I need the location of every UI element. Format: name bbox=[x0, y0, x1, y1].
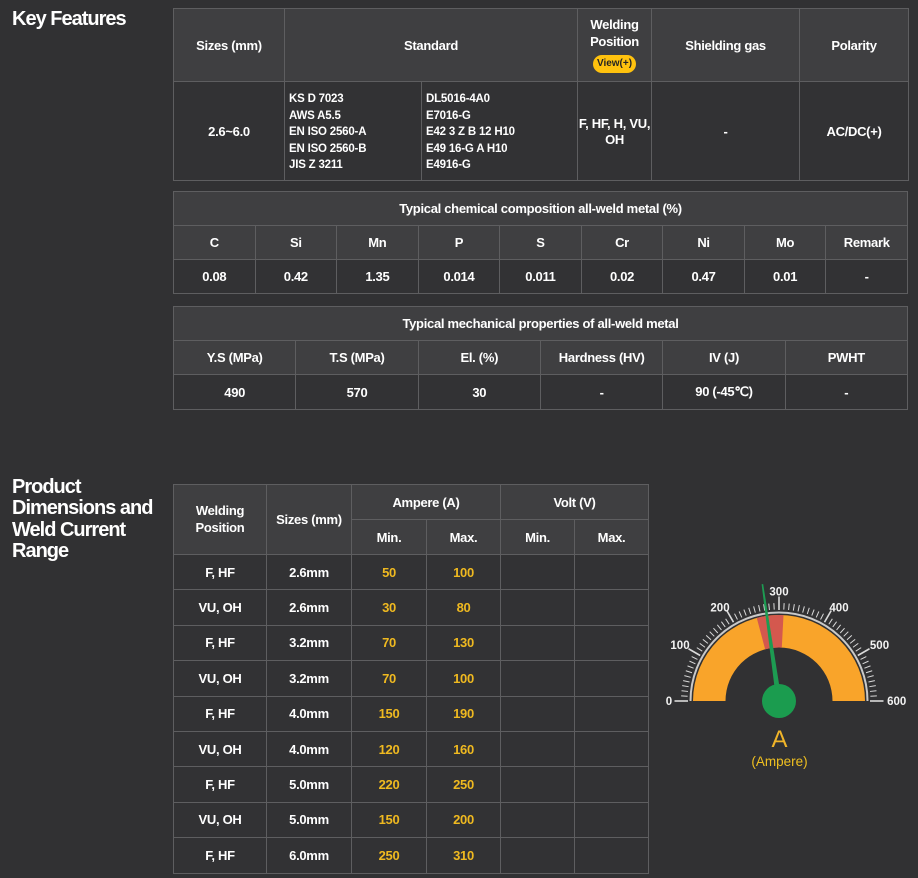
svg-text:300: 300 bbox=[769, 587, 788, 599]
svg-text:200: 200 bbox=[710, 602, 729, 614]
svg-text:A: A bbox=[771, 726, 787, 753]
svg-text:(Ampere): (Ampere) bbox=[751, 754, 807, 769]
svg-text:400: 400 bbox=[829, 602, 848, 614]
svg-text:100: 100 bbox=[670, 640, 689, 652]
svg-text:0: 0 bbox=[666, 696, 672, 708]
svg-text:500: 500 bbox=[870, 640, 889, 652]
svg-text:600: 600 bbox=[887, 696, 906, 708]
